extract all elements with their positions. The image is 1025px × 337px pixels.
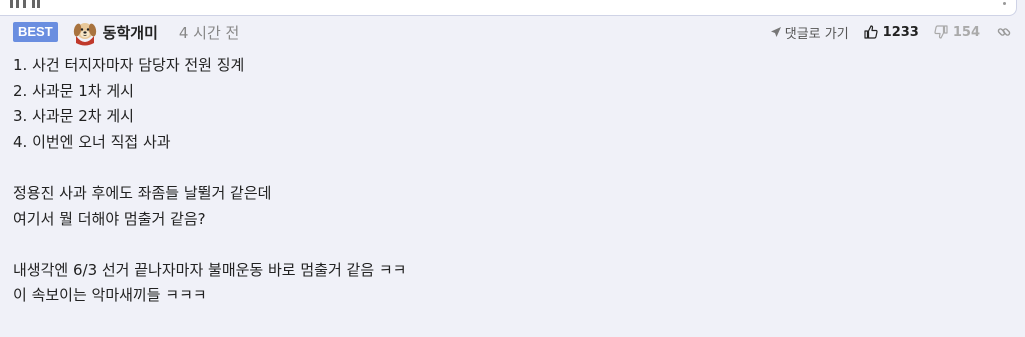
comment-line: 1. 사건 터지자마자 담당자 전원 징계 xyxy=(13,56,245,74)
text-fragment xyxy=(23,0,26,8)
comment-line xyxy=(13,155,407,181)
text-fragment xyxy=(16,0,19,8)
comment-line: 3. 사과문 2차 게시 xyxy=(13,107,134,126)
dog-avatar-icon[interactable] xyxy=(70,17,100,47)
previous-comment-edge xyxy=(0,0,1017,16)
downvote-count: 154 xyxy=(952,24,980,40)
thumbs-down-icon xyxy=(934,25,948,39)
comment-header: BEST 동학개미 4 시간 전 xyxy=(13,17,239,47)
downvote-button[interactable]: 154 xyxy=(934,25,980,40)
author-name[interactable]: 동학개미 xyxy=(103,22,158,43)
comment-actions: 댓글로 가기 1233 154 xyxy=(770,22,1011,42)
thumbs-up-icon xyxy=(864,25,878,39)
text-fragment xyxy=(32,0,35,8)
reply-link-label: 댓글로 가기 xyxy=(784,26,849,42)
best-badge: BEST xyxy=(13,22,58,42)
copy-link-button[interactable] xyxy=(997,25,1011,39)
comment-line: 여기서 뭘 더해야 멈출거 같음? xyxy=(13,209,206,228)
reply-link[interactable]: 댓글로 가기 xyxy=(770,23,849,42)
dot-marker xyxy=(1003,2,1006,5)
comment-line: 이 속보이는 악마새끼들 ㅋㅋㅋ xyxy=(13,286,207,305)
comment-line: 2. 사과문 1차 게시 xyxy=(13,81,134,100)
comment-line: 정용진 사과 후에도 좌좀들 날뛸거 같은데 xyxy=(13,183,272,202)
comment-body: 1. 사건 터지자마자 담당자 전원 징계 2. 사과문 1차 게시 3. 사과… xyxy=(13,53,407,309)
comment-line: 내생각엔 6/3 선거 끝나자마자 불매운동 바로 멈출거 같음 ㅋㅋ xyxy=(13,260,407,279)
upvote-count: 1233 xyxy=(882,24,919,40)
upvote-button[interactable]: 1233 xyxy=(864,25,919,40)
send-arrow-icon xyxy=(770,27,781,37)
comment-line: 4. 이번엔 오너 직접 사과 xyxy=(13,132,171,151)
comment-line xyxy=(13,232,407,258)
link-icon xyxy=(997,28,1011,36)
comment-time: 4 시간 전 xyxy=(178,23,240,42)
text-fragment xyxy=(37,0,40,8)
text-fragment xyxy=(10,0,13,8)
